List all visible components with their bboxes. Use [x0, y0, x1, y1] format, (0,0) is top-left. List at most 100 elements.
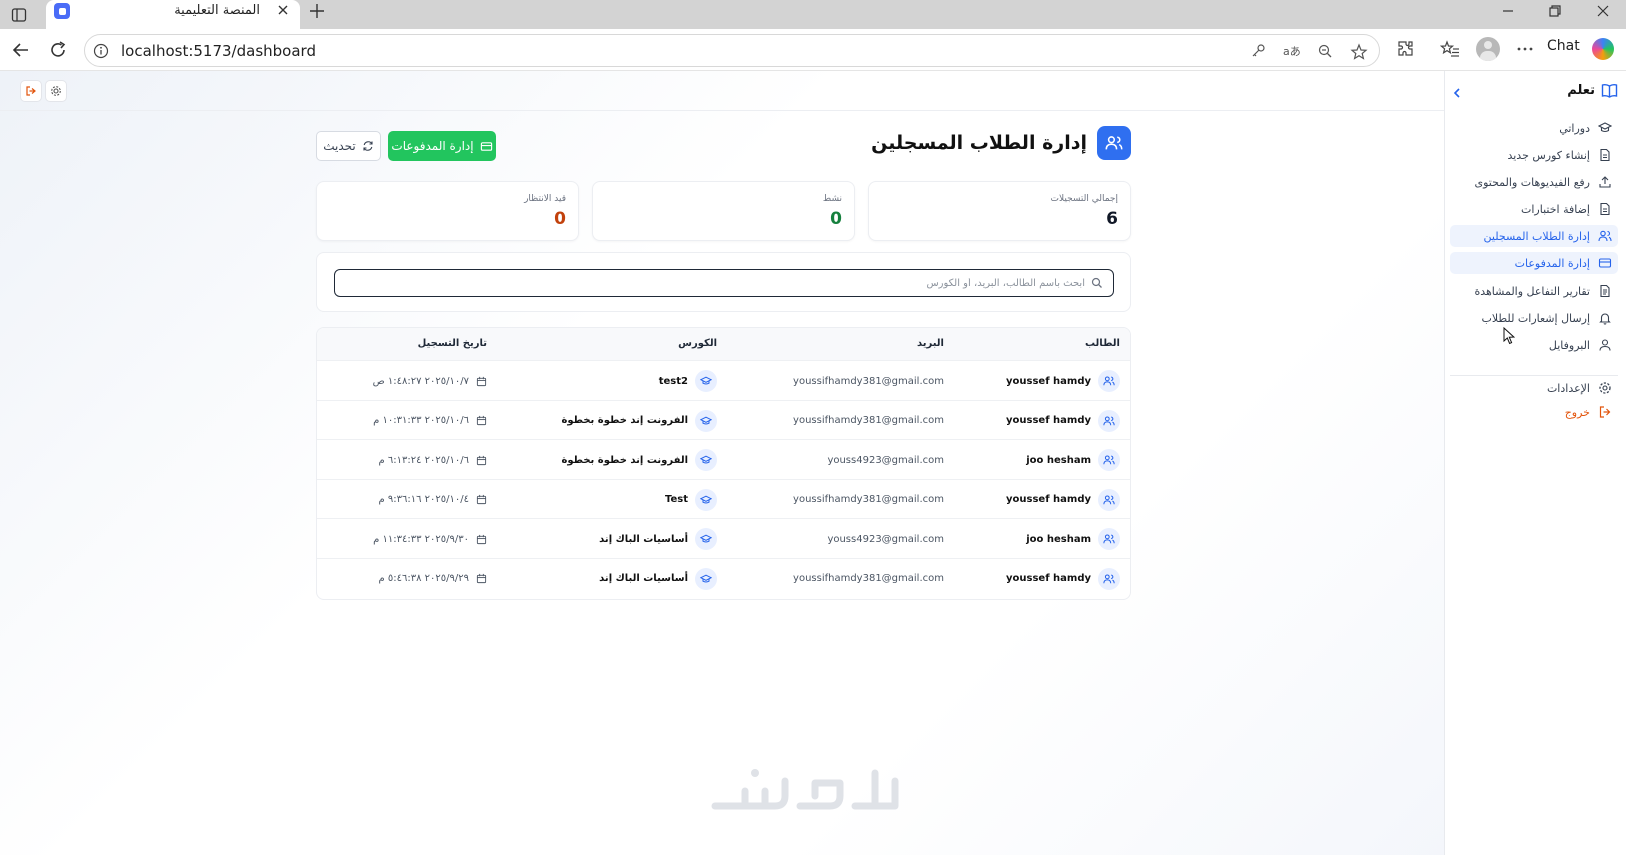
reload-icon[interactable]: [47, 39, 69, 61]
profile-avatar[interactable]: [1476, 37, 1500, 61]
url-text: localhost:5173/dashboard: [121, 42, 316, 60]
graduation-cap-icon: [695, 567, 717, 590]
page-header: إدارة الطلاب المسجلين: [871, 126, 1131, 160]
new-tab-icon[interactable]: [308, 2, 326, 20]
key-icon[interactable]: [1250, 43, 1266, 59]
sidebar-item-notifications[interactable]: إرسال إشعارات للطلاب: [1450, 307, 1618, 329]
search-input[interactable]: [345, 277, 1085, 289]
refresh-button[interactable]: تحديث: [316, 131, 381, 161]
student-cell: youssef hamdy: [1006, 361, 1120, 401]
column-header-course: الكورس: [678, 338, 717, 349]
chevron-left-icon[interactable]: [1450, 86, 1464, 100]
extensions-icon[interactable]: [1396, 39, 1416, 59]
sidebar-item-label: دوراتي: [1559, 121, 1590, 135]
course-cell: الفرونت إند خطوة بخطوة: [561, 401, 717, 441]
settings-top-button[interactable]: [45, 80, 67, 102]
sidebar-item-label: البروفايل: [1548, 338, 1590, 352]
sidebar-item-profile[interactable]: البروفايل: [1450, 334, 1618, 356]
graduation-cap-icon: [695, 488, 717, 511]
student-cell: youssef hamdy: [1006, 480, 1120, 520]
mouse-cursor-icon: [1503, 327, 1515, 345]
student-email: youss4923@gmail.com: [827, 454, 944, 466]
date-cell: ٢٠٢٥/١٠/٤ ٩:٣٦:١٦ م: [379, 480, 488, 520]
course-name: الفرونت إند خطوة بخطوة: [561, 454, 688, 466]
chat-button[interactable]: Chat: [1547, 38, 1580, 54]
favorite-star-icon[interactable]: [1350, 43, 1368, 61]
student-email: youssifhamdy381@gmail.com: [793, 494, 944, 505]
user-avatar-icon: [1098, 528, 1120, 550]
sidebar-item-settings[interactable]: الإعدادات: [1450, 377, 1618, 399]
stat-card-total: إجمالي التسجيلات 6: [868, 181, 1131, 241]
email-cell: youssifhamdy381@gmail.com: [793, 401, 944, 441]
sidebar-item-create-course[interactable]: إنشاء كورس جديد: [1450, 144, 1618, 166]
sidebar-divider: [1450, 375, 1618, 376]
table-row: youssef hamdy youssifhamdy381@gmail.com أس…: [317, 557, 1130, 599]
address-bar[interactable]: localhost:5173/dashboard aあ: [84, 34, 1380, 67]
copilot-icon[interactable]: [1592, 38, 1614, 60]
browser-tab[interactable]: المنصة التعليمية: [46, 0, 300, 29]
sidebar-item-reports[interactable]: تقارير التفاعل والمشاهدة: [1450, 280, 1618, 302]
close-window-icon[interactable]: [1595, 3, 1611, 19]
course-name: أساسيات الباك إند: [599, 533, 688, 545]
manage-payments-button[interactable]: إدارة المدفوعات: [388, 131, 496, 161]
tab-title: المنصة التعليمية: [174, 3, 260, 18]
page-title: إدارة الطلاب المسجلين: [871, 132, 1087, 154]
credit-card-icon: [480, 140, 493, 153]
sidebar: تعلم دوراتي إنشاء كورس جديد رفع الفيديوه…: [1444, 71, 1626, 855]
students-table: الطالب البريد الكورس تاريخ التسجيل youss…: [316, 327, 1131, 600]
sidebar-item-label: خروج: [1564, 405, 1590, 419]
logout-top-button[interactable]: [20, 80, 42, 102]
graduation-cap-icon: [1598, 121, 1612, 135]
calendar-icon: [476, 534, 487, 545]
stat-value: 0: [554, 209, 566, 229]
stat-value: 6: [1106, 209, 1118, 229]
course-name: Test: [664, 494, 688, 505]
gear-icon: [1598, 381, 1612, 395]
student-name: youssef hamdy: [1006, 375, 1091, 387]
date-cell: ٢٠٢٥/٩/٣٠ ١١:٣٤:٣٣ م: [373, 519, 487, 559]
restore-icon[interactable]: [1547, 3, 1563, 19]
sidebar-item-upload-content[interactable]: رفع الفيديوهات والمحتوى: [1450, 171, 1618, 193]
sidebar-toggle-icon[interactable]: [8, 4, 30, 26]
sidebar-item-payments[interactable]: إدارة المدفوعات: [1450, 252, 1618, 274]
email-cell: youssifhamdy381@gmail.com: [793, 480, 944, 520]
sidebar-item-logout[interactable]: خروج: [1450, 401, 1618, 423]
search-card: [316, 252, 1131, 312]
enrollment-date: ٢٠٢٥/١٠/٦ ٦:١٣:٢٤ م: [378, 454, 470, 466]
table-row: youssef hamdy youssifhamdy381@gmail.com te…: [317, 360, 1130, 401]
student-name: youssef hamdy: [1006, 415, 1091, 426]
sidebar-item-my-courses[interactable]: دوراتي: [1450, 117, 1618, 139]
search-icon: [1091, 277, 1103, 289]
graduation-cap-icon: [695, 449, 717, 471]
refresh-label: تحديث: [323, 139, 356, 153]
student-email: youssifhamdy381@gmail.com: [793, 375, 944, 387]
student-cell: youssef hamdy: [1006, 559, 1120, 599]
zoom-icon[interactable]: [1317, 43, 1333, 59]
course-cell: الفرونت إند خطوة بخطوة: [561, 440, 717, 480]
brand-name: تعلم: [1567, 83, 1595, 98]
minimize-icon[interactable]: [1500, 3, 1516, 19]
column-header-email: البريد: [916, 338, 944, 349]
date-cell: ٢٠٢٥/١٠/٧ ١:٤٨:٢٧ ص: [373, 361, 487, 401]
sidebar-item-label: إضافة اختبارات: [1521, 202, 1590, 216]
course-cell: test2: [659, 361, 717, 401]
calendar-icon: [476, 455, 487, 466]
student-cell: joo hesham: [1026, 519, 1120, 559]
course-cell: أساسيات الباك إند: [599, 559, 717, 599]
translate-icon[interactable]: aあ: [1283, 43, 1301, 59]
site-info-icon[interactable]: [93, 43, 109, 59]
favorites-icon[interactable]: [1440, 39, 1460, 59]
student-cell: joo hesham: [1026, 440, 1120, 480]
student-email: youss4923@gmail.com: [827, 533, 944, 545]
refresh-icon: [362, 140, 374, 152]
favicon-icon: [54, 3, 70, 19]
sidebar-item-label: إرسال إشعارات للطلاب: [1481, 311, 1590, 325]
logout-icon: [1598, 405, 1612, 419]
sidebar-item-add-quizzes[interactable]: إضافة اختبارات: [1450, 198, 1618, 220]
stat-label: نشط: [822, 194, 842, 204]
more-options-icon[interactable]: [1515, 39, 1535, 59]
sidebar-item-enrolled-students[interactable]: إدارة الطلاب المسجلين: [1450, 225, 1618, 247]
close-tab-icon[interactable]: [276, 3, 290, 17]
stat-label: قيد الانتظار: [524, 194, 566, 204]
back-icon[interactable]: [10, 39, 32, 61]
